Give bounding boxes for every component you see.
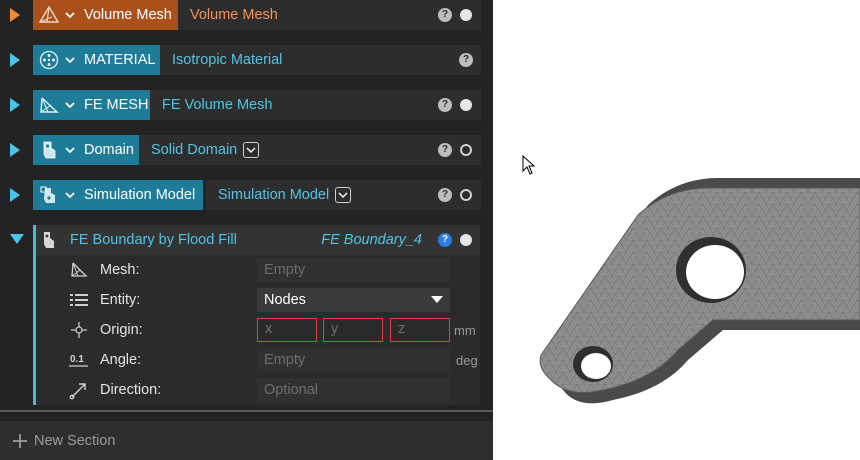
domain-part-icon bbox=[37, 139, 61, 161]
section-type-label: Domain bbox=[84, 142, 134, 158]
section-value[interactable]: Volume Mesh bbox=[178, 0, 481, 30]
expand-arrow-icon[interactable] bbox=[10, 188, 20, 202]
section-type-pill[interactable]: Simulation Model bbox=[33, 180, 204, 210]
boundary-part-icon bbox=[41, 230, 57, 250]
property-mesh: Mesh: Empty bbox=[33, 255, 480, 285]
workflow-panel: Volume Mesh Volume Mesh ? MATERIAL Isotr… bbox=[0, 0, 493, 460]
property-direction: Direction: Optional bbox=[33, 375, 480, 405]
angle-input[interactable]: Empty bbox=[257, 348, 450, 372]
status-dot bbox=[460, 144, 472, 156]
property-label: Origin: bbox=[100, 322, 143, 338]
section-fe-mesh: FE MESH FE Volume Mesh ? bbox=[0, 90, 493, 120]
new-section-button[interactable]: New Section bbox=[0, 421, 493, 460]
property-entity: Entity: Nodes bbox=[33, 285, 480, 315]
section-volume-mesh: Volume Mesh Volume Mesh ? bbox=[0, 0, 493, 30]
mesh-field[interactable]: Empty bbox=[257, 258, 450, 282]
expand-arrow-icon[interactable] bbox=[10, 53, 20, 67]
status-dot bbox=[460, 234, 472, 246]
chevron-down-icon bbox=[64, 9, 76, 21]
list-icon bbox=[69, 291, 89, 309]
section-value-text: FE Volume Mesh bbox=[162, 97, 273, 113]
direction-input[interactable]: Optional bbox=[257, 378, 450, 402]
section-type-label: MATERIAL bbox=[84, 52, 156, 68]
section-value[interactable]: Solid Domain bbox=[139, 135, 481, 165]
section-type-pill[interactable]: FE MESH bbox=[33, 90, 157, 120]
help-icon[interactable]: ? bbox=[438, 98, 452, 112]
section-domain: Domain Solid Domain ? bbox=[0, 135, 493, 165]
mouse-cursor-icon bbox=[522, 155, 536, 175]
section-type-label: Simulation Model bbox=[84, 187, 196, 203]
help-icon[interactable]: ? bbox=[438, 188, 452, 202]
caret-down-icon bbox=[431, 296, 443, 303]
direction-arrow-icon bbox=[69, 381, 89, 400]
angle-value-icon: 0.1 bbox=[69, 351, 89, 369]
status-dot bbox=[460, 189, 472, 201]
section-type-label: Volume Mesh bbox=[84, 7, 172, 23]
dropdown-button[interactable] bbox=[243, 142, 260, 158]
status-dot bbox=[460, 99, 472, 111]
section-value-text[interactable]: FE Boundary_4 bbox=[321, 232, 422, 248]
fe-mesh-icon bbox=[37, 94, 61, 116]
svg-text:0.1: 0.1 bbox=[70, 354, 84, 365]
chevron-down-icon bbox=[338, 192, 348, 199]
help-icon[interactable]: ? bbox=[438, 233, 452, 247]
section-type-pill[interactable]: Domain bbox=[33, 135, 142, 165]
property-origin: Origin: x y z mm bbox=[33, 315, 480, 345]
property-label: Angle: bbox=[100, 352, 142, 368]
entity-select-value: Nodes bbox=[264, 292, 306, 308]
chevron-down-icon bbox=[246, 147, 256, 154]
plus-icon bbox=[13, 433, 27, 448]
property-label: Entity: bbox=[100, 292, 141, 308]
section-value-text: Simulation Model bbox=[218, 187, 330, 203]
section-value-text: Volume Mesh bbox=[190, 7, 278, 23]
entity-select[interactable]: Nodes bbox=[257, 288, 450, 312]
section-fe-boundary: FE Boundary by Flood Fill FE Boundary_4 … bbox=[33, 225, 480, 405]
origin-z-input[interactable]: z bbox=[390, 318, 450, 342]
mesh-pyramid-icon bbox=[37, 4, 61, 26]
chevron-down-icon bbox=[64, 189, 76, 201]
section-simulation-model: Simulation Model Simulation Model ? bbox=[0, 180, 493, 210]
section-value[interactable]: FE Volume Mesh bbox=[150, 90, 481, 120]
section-type-pill[interactable]: Volume Mesh bbox=[33, 0, 180, 30]
help-icon[interactable]: ? bbox=[438, 8, 452, 22]
material-dots-icon bbox=[37, 49, 61, 71]
chevron-down-icon bbox=[64, 54, 76, 66]
origin-x-input[interactable]: x bbox=[257, 318, 317, 342]
help-icon[interactable]: ? bbox=[459, 53, 473, 67]
section-type-label: FE MESH bbox=[84, 97, 149, 113]
section-title: FE Boundary by Flood Fill bbox=[70, 232, 237, 248]
section-type-pill[interactable]: MATERIAL bbox=[33, 45, 164, 75]
origin-y-input[interactable]: y bbox=[323, 318, 383, 342]
section-value-text: Solid Domain bbox=[151, 142, 238, 158]
section-value[interactable]: Isotropic Material bbox=[160, 45, 481, 75]
3d-viewport[interactable] bbox=[493, 0, 860, 460]
property-angle: 0.1 Angle: Empty deg bbox=[33, 345, 480, 375]
status-dot bbox=[460, 9, 472, 21]
origin-crosshair-icon bbox=[69, 321, 89, 339]
new-section-label: New Section bbox=[34, 432, 116, 449]
unit-label: deg bbox=[456, 353, 478, 368]
property-label: Mesh: bbox=[100, 262, 140, 278]
expand-arrow-icon[interactable] bbox=[10, 98, 20, 112]
property-label: Direction: bbox=[100, 382, 162, 398]
bracket-mesh-model[interactable] bbox=[493, 0, 860, 460]
divider bbox=[0, 410, 493, 412]
section-value-text: Isotropic Material bbox=[172, 52, 283, 68]
collapse-arrow-icon[interactable] bbox=[10, 234, 24, 244]
expand-arrow-icon[interactable] bbox=[10, 143, 20, 157]
expand-arrow-icon[interactable] bbox=[10, 8, 20, 22]
chevron-down-icon bbox=[64, 99, 76, 111]
help-icon[interactable]: ? bbox=[438, 143, 452, 157]
dropdown-button[interactable] bbox=[335, 187, 352, 203]
section-material: MATERIAL Isotropic Material ? bbox=[0, 45, 493, 75]
simulation-model-icon bbox=[37, 184, 61, 206]
chevron-down-icon bbox=[64, 144, 76, 156]
unit-label: mm bbox=[454, 323, 476, 338]
mesh-icon bbox=[69, 261, 89, 279]
section-header[interactable]: FE Boundary by Flood Fill FE Boundary_4 … bbox=[33, 225, 480, 255]
